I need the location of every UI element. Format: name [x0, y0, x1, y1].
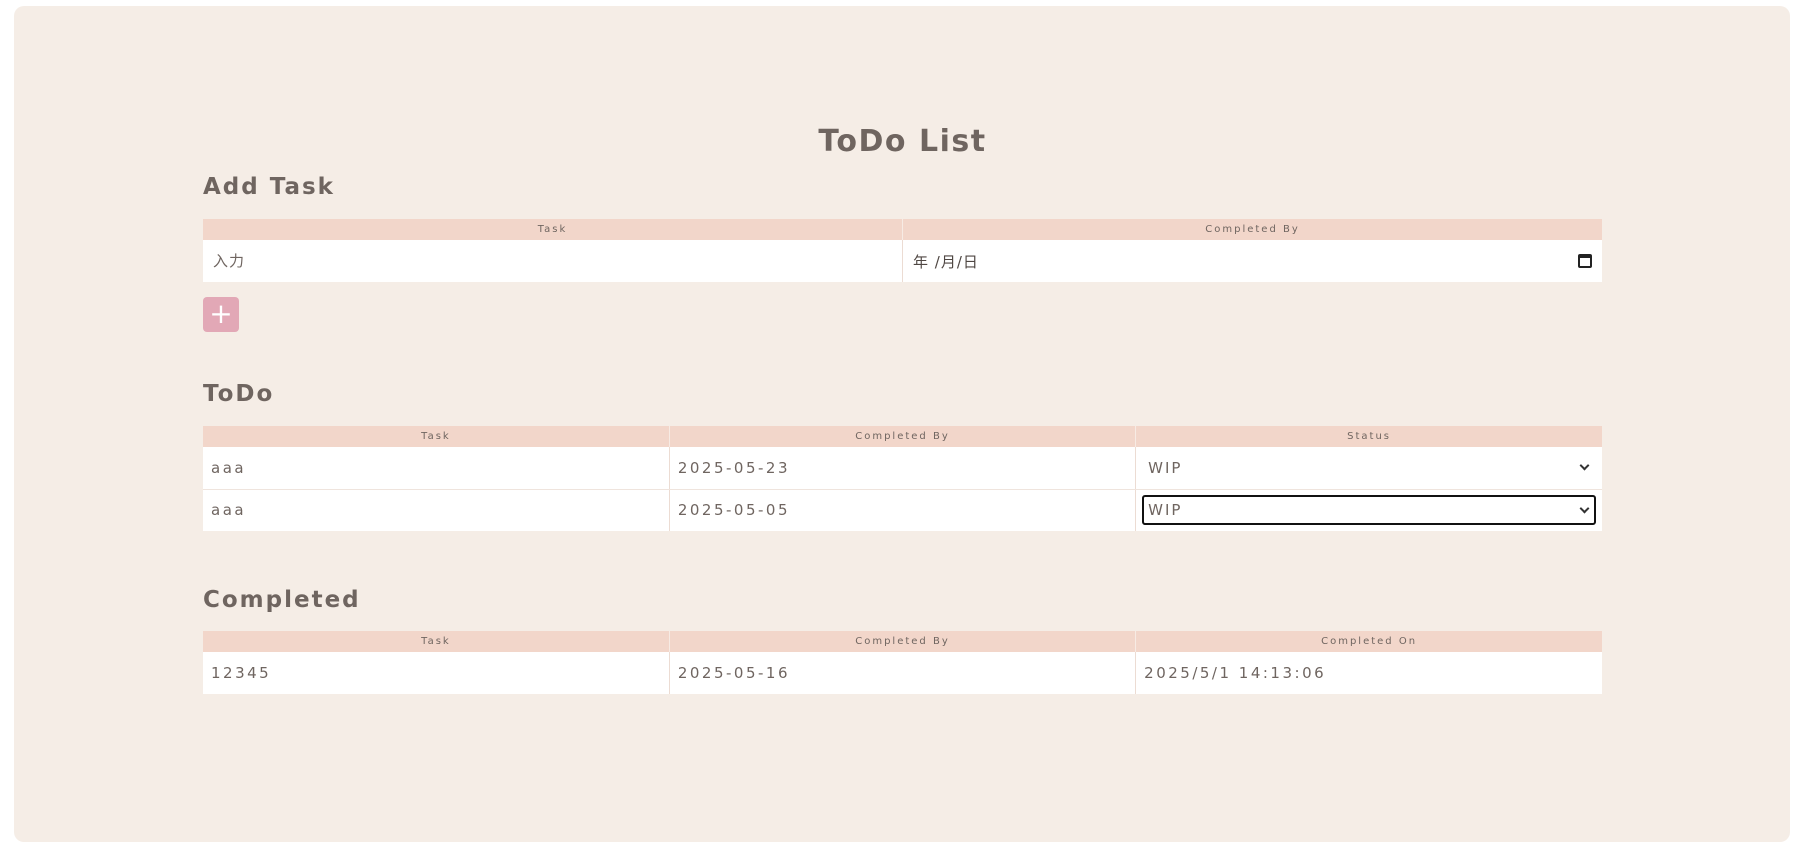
column-header-task: Task: [203, 631, 670, 652]
add-task-heading: Add Task: [203, 174, 335, 200]
table-row: aaa 2025-05-23 WIP: [203, 447, 1602, 490]
completed-on-cell: 2025/5/1 14:13:06: [1144, 664, 1327, 682]
task-cell: aaa: [203, 447, 670, 490]
table-row: 12345 2025-05-16 2025/5/1 14:13:06: [203, 652, 1602, 694]
page-title: ToDo List: [818, 124, 987, 159]
completed-by-date-input[interactable]: 年 /月/日: [913, 251, 1592, 272]
column-header-completed-by: Completed By: [902, 219, 1602, 240]
status-value: WIP: [1148, 458, 1183, 477]
task-cell: aaa: [203, 489, 670, 531]
task-input[interactable]: [213, 252, 892, 270]
completed-by-cell: 2025-05-23: [669, 447, 1137, 490]
calendar-icon[interactable]: [1578, 254, 1592, 268]
completed-by-cell: 2025-05-16: [669, 652, 1137, 694]
status-select[interactable]: WIP: [1142, 453, 1596, 483]
chevron-down-icon: [1579, 460, 1590, 471]
task-input-cell: [203, 240, 903, 282]
plus-icon: +: [209, 297, 233, 330]
date-placeholder: 年 /月/日: [913, 252, 979, 271]
column-header-completed-by: Completed By: [669, 426, 1137, 447]
column-header-task: Task: [203, 426, 670, 447]
add-task-button[interactable]: +: [203, 297, 239, 332]
column-header-completed-by: Completed By: [669, 631, 1137, 652]
todo-heading: ToDo: [203, 381, 275, 407]
column-header-completed-on: Completed On: [1135, 631, 1602, 652]
status-cell: WIP: [1136, 489, 1602, 531]
status-cell: WIP: [1135, 447, 1602, 490]
app-card: ToDo List Add Task Task Completed By 年 /…: [14, 6, 1790, 842]
todo-table: Task Completed By Status aaa 2025-05-23 …: [203, 426, 1602, 531]
add-task-table: Task Completed By 年 /月/日: [203, 219, 1602, 282]
column-header-task: Task: [203, 219, 903, 240]
completed-heading: Completed: [203, 587, 361, 613]
task-cell: 12345: [203, 652, 670, 694]
completed-by-cell: 2025-05-05: [669, 489, 1137, 531]
completed-table: Task Completed By Completed On 12345 202…: [203, 631, 1602, 694]
table-row: aaa 2025-05-05 WIP: [203, 489, 1602, 531]
status-value: WIP: [1148, 501, 1183, 520]
status-select[interactable]: WIP: [1142, 495, 1596, 526]
chevron-down-icon: [1579, 503, 1590, 514]
column-header-status: Status: [1135, 426, 1602, 447]
date-input-cell: 年 /月/日: [903, 240, 1603, 282]
